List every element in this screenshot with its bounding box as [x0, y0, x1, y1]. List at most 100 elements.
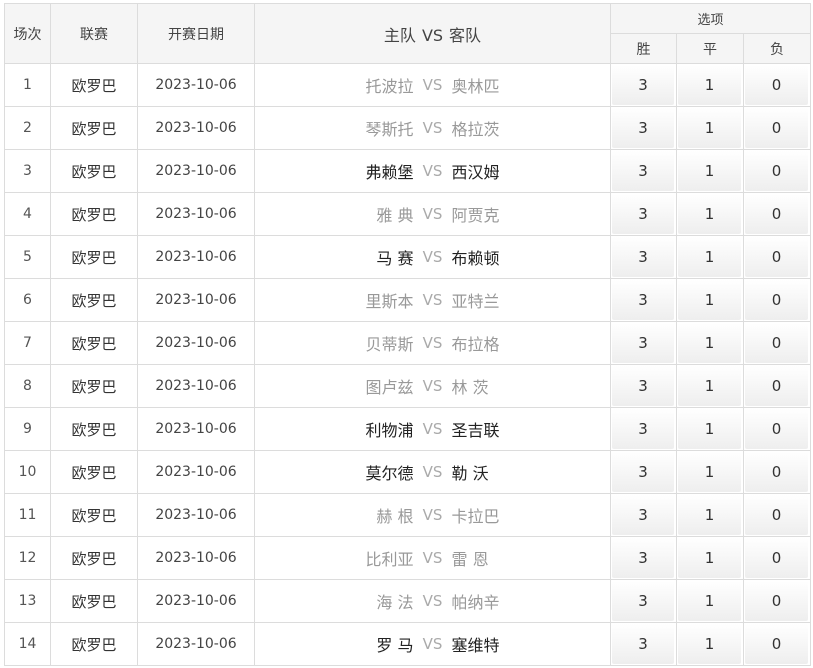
- home-team: 里斯本: [365, 292, 414, 311]
- win-option-button[interactable]: 3: [612, 237, 674, 277]
- lose-option-button[interactable]: 0: [745, 151, 809, 191]
- lose-option-button[interactable]: 0: [745, 108, 809, 148]
- draw-option-button[interactable]: 1: [678, 366, 741, 406]
- vs-label: VS: [422, 205, 443, 223]
- win-option-button[interactable]: 3: [612, 108, 674, 148]
- lose-option-button[interactable]: 0: [745, 624, 809, 664]
- win-option-button[interactable]: 3: [612, 495, 674, 535]
- vs-label: VS: [422, 635, 443, 653]
- lose-option-button[interactable]: 0: [745, 581, 809, 621]
- vs-label: VS: [422, 463, 443, 481]
- win-cell: 3: [610, 450, 677, 494]
- home-team: 图卢兹: [365, 378, 414, 397]
- lose-option-button[interactable]: 0: [745, 323, 809, 363]
- draw-cell: 1: [676, 407, 744, 451]
- lose-option-button[interactable]: 0: [745, 237, 809, 277]
- table-row: 3 欧罗巴 2023-10-06 弗赖堡 VS 西汉姆 3 1 0: [4, 149, 812, 193]
- row-index: 7: [4, 321, 51, 365]
- draw-option-button[interactable]: 1: [678, 538, 741, 578]
- table-row: 7 欧罗巴 2023-10-06 贝蒂斯 VS 布拉格 3 1 0: [4, 321, 812, 365]
- table-header: 场次 联赛 开赛日期 主队 VS 客队 选项 胜 平 负: [4, 3, 812, 64]
- home-team: 利物浦: [365, 421, 414, 440]
- row-date: 2023-10-06: [137, 493, 255, 537]
- lose-option-button[interactable]: 0: [745, 538, 809, 578]
- draw-cell: 1: [676, 364, 744, 408]
- header-away: 客队: [449, 25, 482, 45]
- win-option-button[interactable]: 3: [612, 65, 674, 105]
- win-option-button[interactable]: 3: [612, 194, 674, 234]
- lose-cell: 0: [742, 63, 812, 107]
- row-match: 海 法 VS 帕纳辛: [254, 579, 611, 623]
- lose-cell: 0: [742, 364, 812, 408]
- lose-cell: 0: [742, 321, 812, 365]
- lose-option-button[interactable]: 0: [745, 65, 809, 105]
- win-cell: 3: [610, 192, 677, 236]
- home-team: 贝蒂斯: [365, 335, 414, 354]
- win-option-button[interactable]: 3: [612, 366, 674, 406]
- lose-option-button[interactable]: 0: [745, 495, 809, 535]
- row-date: 2023-10-06: [137, 579, 255, 623]
- draw-option-button[interactable]: 1: [678, 65, 741, 105]
- win-option-button[interactable]: 3: [612, 581, 674, 621]
- lose-cell: 0: [742, 450, 812, 494]
- draw-option-button[interactable]: 1: [678, 323, 741, 363]
- home-team: 雅 典: [376, 206, 414, 225]
- win-option-button[interactable]: 3: [612, 323, 674, 363]
- match-teams: 马 赛 VS 布赖顿: [256, 245, 610, 269]
- draw-option-button[interactable]: 1: [678, 581, 741, 621]
- draw-option-button[interactable]: 1: [678, 151, 741, 191]
- lose-option-button[interactable]: 0: [745, 452, 809, 492]
- draw-cell: 1: [676, 622, 744, 666]
- win-cell: 3: [610, 622, 677, 666]
- draw-option-button[interactable]: 1: [678, 280, 741, 320]
- win-option-button[interactable]: 3: [612, 624, 674, 664]
- win-option-button[interactable]: 3: [612, 409, 674, 449]
- win-option-button[interactable]: 3: [612, 151, 674, 191]
- row-match: 莫尔德 VS 勒 沃: [254, 450, 611, 494]
- lose-option-button[interactable]: 0: [745, 366, 809, 406]
- row-match: 罗 马 VS 塞维特: [254, 622, 611, 666]
- lose-cell: 0: [742, 536, 812, 580]
- header-win: 胜: [610, 33, 677, 64]
- home-team: 海 法: [376, 593, 414, 612]
- draw-option-button[interactable]: 1: [678, 624, 741, 664]
- match-teams: 罗 马 VS 塞维特: [256, 632, 610, 656]
- vs-label: VS: [422, 334, 443, 352]
- row-index: 12: [4, 536, 51, 580]
- win-option-button[interactable]: 3: [612, 280, 674, 320]
- draw-option-button[interactable]: 1: [678, 237, 741, 277]
- draw-option-button[interactable]: 1: [678, 108, 741, 148]
- vs-label: VS: [422, 119, 443, 137]
- row-league: 欧罗巴: [50, 321, 138, 365]
- draw-option-button[interactable]: 1: [678, 409, 741, 449]
- win-cell: 3: [610, 579, 677, 623]
- win-option-button[interactable]: 3: [612, 452, 674, 492]
- lose-option-button[interactable]: 0: [745, 194, 809, 234]
- away-team: 布拉格: [451, 335, 500, 354]
- row-index: 3: [4, 149, 51, 193]
- away-team: 勒 沃: [451, 464, 489, 483]
- vs-label: VS: [422, 377, 443, 395]
- row-index: 2: [4, 106, 51, 150]
- row-league: 欧罗巴: [50, 622, 138, 666]
- lose-option-button[interactable]: 0: [745, 409, 809, 449]
- row-league: 欧罗巴: [50, 192, 138, 236]
- home-team: 托波拉: [365, 77, 414, 96]
- draw-option-button[interactable]: 1: [678, 495, 741, 535]
- header-match: 主队 VS 客队: [254, 3, 611, 64]
- win-cell: 3: [610, 106, 677, 150]
- row-match: 琴斯托 VS 格拉茨: [254, 106, 611, 150]
- home-team: 弗赖堡: [365, 163, 414, 182]
- draw-option-button[interactable]: 1: [678, 452, 741, 492]
- match-table: 场次 联赛 开赛日期 主队 VS 客队 选项 胜 平 负 1 欧罗巴 2023-10-0…: [4, 3, 812, 666]
- home-team: 莫尔德: [365, 464, 414, 483]
- row-match: 赫 根 VS 卡拉巴: [254, 493, 611, 537]
- draw-option-button[interactable]: 1: [678, 194, 741, 234]
- home-team: 马 赛: [376, 249, 414, 268]
- win-option-button[interactable]: 3: [612, 538, 674, 578]
- vs-label: VS: [422, 592, 443, 610]
- row-index: 14: [4, 622, 51, 666]
- row-index: 9: [4, 407, 51, 451]
- lose-option-button[interactable]: 0: [745, 280, 809, 320]
- home-team: 比利亚: [365, 550, 414, 569]
